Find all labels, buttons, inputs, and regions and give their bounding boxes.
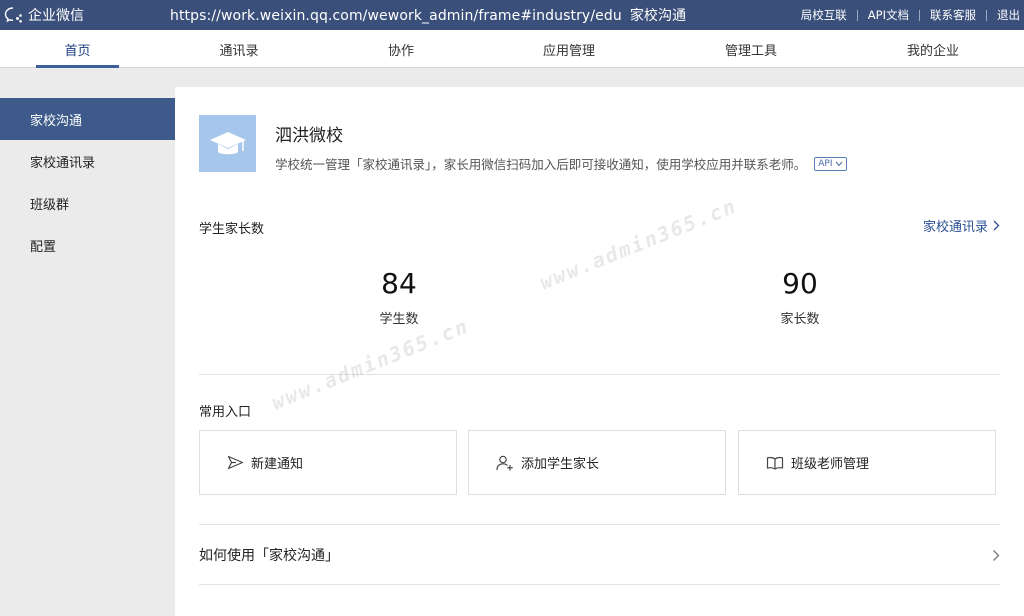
sidebar-item-school-contacts[interactable]: 家校通讯录 — [0, 140, 175, 182]
top-link-support[interactable]: 联系客服 — [919, 9, 986, 21]
school-name: 泗洪微校 — [275, 126, 343, 146]
api-badge[interactable]: API — [814, 156, 847, 171]
add-student-parent-button[interactable]: 添加学生家长 — [468, 430, 726, 495]
graduation-cap-icon — [209, 131, 246, 154]
sidebar-item-class-groups[interactable]: 班级群 — [0, 182, 175, 224]
sidebar: 家校沟通 家校通讯录 班级群 配置 — [0, 98, 175, 616]
tab-app-management[interactable]: 应用管理 — [529, 30, 609, 68]
top-links: 局校互联 API文档 联系客服 退出 — [791, 9, 1024, 21]
sidebar-item-home-school[interactable]: 家校沟通 — [0, 98, 175, 140]
new-notice-button[interactable]: 新建通知 — [199, 430, 457, 495]
school-description-text: 学校统一管理「家校通讯录」，家长用微信扫码加入后即可接收通知，使用学校应用并联系… — [275, 157, 807, 172]
brand-name: 企业微信 — [28, 8, 84, 24]
divider — [199, 584, 1000, 585]
how-to-use-row[interactable]: 如何使用「家校沟通」 — [199, 525, 1000, 585]
page-label: 家校沟通 — [629, 8, 687, 24]
school-description: 学校统一管理「家校通讯录」，家长用微信扫码加入后即可接收通知，使用学校应用并联系… — [275, 154, 847, 173]
wework-logo-icon — [4, 6, 24, 24]
top-link-school-network[interactable]: 局校互联 — [791, 9, 857, 21]
common-entries-title: 常用入口 — [199, 405, 252, 420]
book-icon — [766, 456, 784, 470]
parent-count-value: 90 — [782, 267, 818, 300]
tab-contacts[interactable]: 通讯录 — [199, 30, 279, 68]
address-bar[interactable]: https://work.weixin.qq.com/wework_admin/… — [170, 5, 791, 25]
top-bar: 企业微信 https://work.weixin.qq.com/wework_a… — [0, 0, 1024, 30]
main-nav: 首页 通讯录 协作 应用管理 管理工具 我的企业 — [0, 30, 1024, 68]
api-badge-label: API — [818, 158, 833, 169]
class-teacher-management-button[interactable]: 班级老师管理 — [738, 430, 996, 495]
url-text: https://work.weixin.qq.com/wework_admin/… — [170, 8, 622, 24]
tab-home[interactable]: 首页 — [36, 30, 119, 68]
add-user-icon — [496, 455, 513, 470]
send-icon — [227, 455, 244, 470]
sidebar-item-config[interactable]: 配置 — [0, 224, 175, 266]
tab-management-tools[interactable]: 管理工具 — [711, 30, 791, 68]
add-student-parent-label: 添加学生家长 — [521, 457, 600, 472]
tab-collaboration[interactable]: 协作 — [361, 30, 441, 68]
brand[interactable]: 企业微信 — [0, 5, 170, 25]
student-count-label: 学生数 — [379, 312, 419, 327]
how-to-use-label: 如何使用「家校沟通」 — [199, 548, 339, 564]
tab-my-enterprise[interactable]: 我的企业 — [893, 30, 973, 68]
school-contacts-link-label: 家校通讯录 — [922, 220, 988, 235]
watermark: www.admin365.cn — [536, 193, 741, 295]
student-count-value: 84 — [381, 267, 417, 300]
new-notice-label: 新建通知 — [251, 457, 304, 472]
main-content: 泗洪微校 学校统一管理「家校通讯录」，家长用微信扫码加入后即可接收通知，使用学校… — [175, 87, 1024, 616]
student-parent-count-title: 学生家长数 — [199, 222, 265, 237]
parent-count-label: 家长数 — [780, 312, 820, 327]
parent-count: 90 家长数 — [740, 267, 860, 328]
divider — [199, 374, 1000, 375]
chevron-right-icon — [993, 220, 1000, 231]
top-link-logout[interactable]: 退出 — [986, 9, 1024, 21]
school-contacts-link[interactable]: 家校通讯录 — [923, 216, 1000, 235]
school-avatar — [199, 115, 256, 172]
class-teacher-management-label: 班级老师管理 — [791, 457, 870, 472]
chevron-down-icon — [835, 161, 842, 166]
chevron-right-icon — [993, 549, 1000, 561]
student-count: 84 学生数 — [339, 267, 459, 328]
top-link-api-docs[interactable]: API文档 — [856, 9, 919, 21]
watermark: www.admin365.cn — [268, 313, 473, 415]
